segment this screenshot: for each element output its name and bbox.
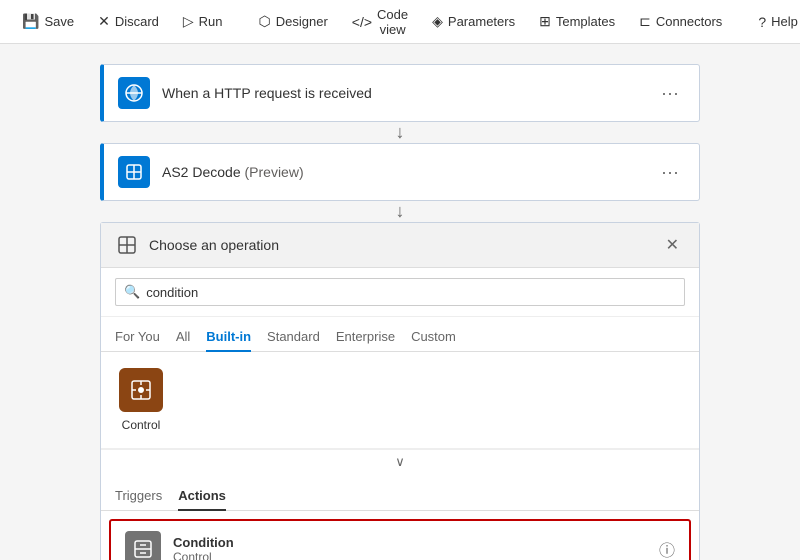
parameters-button[interactable]: ◈ Parameters [422, 8, 525, 35]
parameters-icon: ◈ [432, 13, 443, 30]
connectors-icon: ⊏ [639, 13, 651, 30]
operation-panel: Choose an operation ✕ 🔍 For You All Buil… [100, 222, 700, 560]
search-area: 🔍 [101, 268, 699, 317]
condition-info-icon[interactable]: ⓘ [659, 537, 675, 560]
subtab-actions[interactable]: Actions [178, 482, 226, 511]
http-step-card[interactable]: When a HTTP request is received ··· [100, 64, 700, 122]
connectors-button[interactable]: ⊏ Connectors [629, 8, 732, 35]
designer-button[interactable]: ⬡ Designer [249, 8, 338, 35]
templates-button[interactable]: ⊞ Templates [529, 8, 625, 35]
run-button[interactable]: ▷ Run [173, 8, 233, 35]
search-box: 🔍 [115, 278, 685, 306]
http-step-title: When a HTTP request is received [162, 85, 655, 101]
control-icon-img [119, 368, 163, 412]
tab-standard[interactable]: Standard [267, 323, 320, 352]
save-icon: 💾 [22, 13, 39, 30]
condition-action-text: Condition Control [173, 535, 659, 560]
subtab-triggers[interactable]: Triggers [115, 482, 162, 511]
toolbar: 💾 Save ✕ Discard ▷ Run ⬡ Designer </> Co… [0, 0, 800, 44]
main-canvas: When a HTTP request is received ··· ↓ AS… [0, 44, 800, 560]
as2-step-menu-button[interactable]: ··· [655, 160, 685, 185]
designer-icon: ⬡ [259, 13, 271, 30]
help-button[interactable]: ? Help [748, 9, 800, 35]
codeview-icon: </> [352, 14, 372, 30]
search-input[interactable] [146, 285, 676, 300]
http-step-menu-button[interactable]: ··· [655, 81, 685, 106]
action-list: Condition Control ⓘ Until Control ⓘ [101, 511, 699, 560]
control-icon-card[interactable]: Control [115, 364, 167, 436]
condition-action-sub: Control [173, 550, 659, 560]
operation-panel-header: Choose an operation ✕ [101, 223, 699, 268]
expand-button[interactable]: ∨ [101, 449, 699, 474]
sub-tabs: Triggers Actions [101, 474, 699, 511]
as2-step-card[interactable]: AS2 Decode (Preview) ··· [100, 143, 700, 201]
codeview-button[interactable]: </> Code view [342, 2, 418, 42]
operation-close-button[interactable]: ✕ [660, 233, 685, 257]
filter-tabs: For You All Built-in Standard Enterprise… [101, 317, 699, 352]
condition-action-icon [125, 531, 161, 560]
operation-panel-title: Choose an operation [149, 237, 660, 253]
tab-enterprise[interactable]: Enterprise [336, 323, 395, 352]
action-item-condition[interactable]: Condition Control ⓘ [109, 519, 691, 560]
run-icon: ▷ [183, 13, 194, 30]
control-icon-label: Control [122, 418, 161, 432]
help-icon: ? [758, 14, 766, 30]
operation-header-icon [115, 233, 139, 257]
discard-button[interactable]: ✕ Discard [88, 8, 169, 35]
templates-icon: ⊞ [539, 13, 551, 30]
chevron-down-icon: ∨ [395, 454, 405, 470]
condition-action-name: Condition [173, 535, 659, 550]
save-button[interactable]: 💾 Save [12, 8, 84, 35]
icons-section: Control [101, 352, 699, 449]
tab-all[interactable]: All [176, 323, 190, 352]
tab-builtin[interactable]: Built-in [206, 323, 251, 352]
arrow-1: ↓ [396, 122, 405, 143]
arrow-2: ↓ [396, 201, 405, 222]
as2-step-title: AS2 Decode (Preview) [162, 164, 655, 180]
tab-foryou[interactable]: For You [115, 323, 160, 352]
tab-custom[interactable]: Custom [411, 323, 456, 352]
discard-icon: ✕ [98, 13, 110, 30]
search-icon: 🔍 [124, 284, 140, 300]
as2-step-icon [118, 156, 150, 188]
http-step-icon [118, 77, 150, 109]
